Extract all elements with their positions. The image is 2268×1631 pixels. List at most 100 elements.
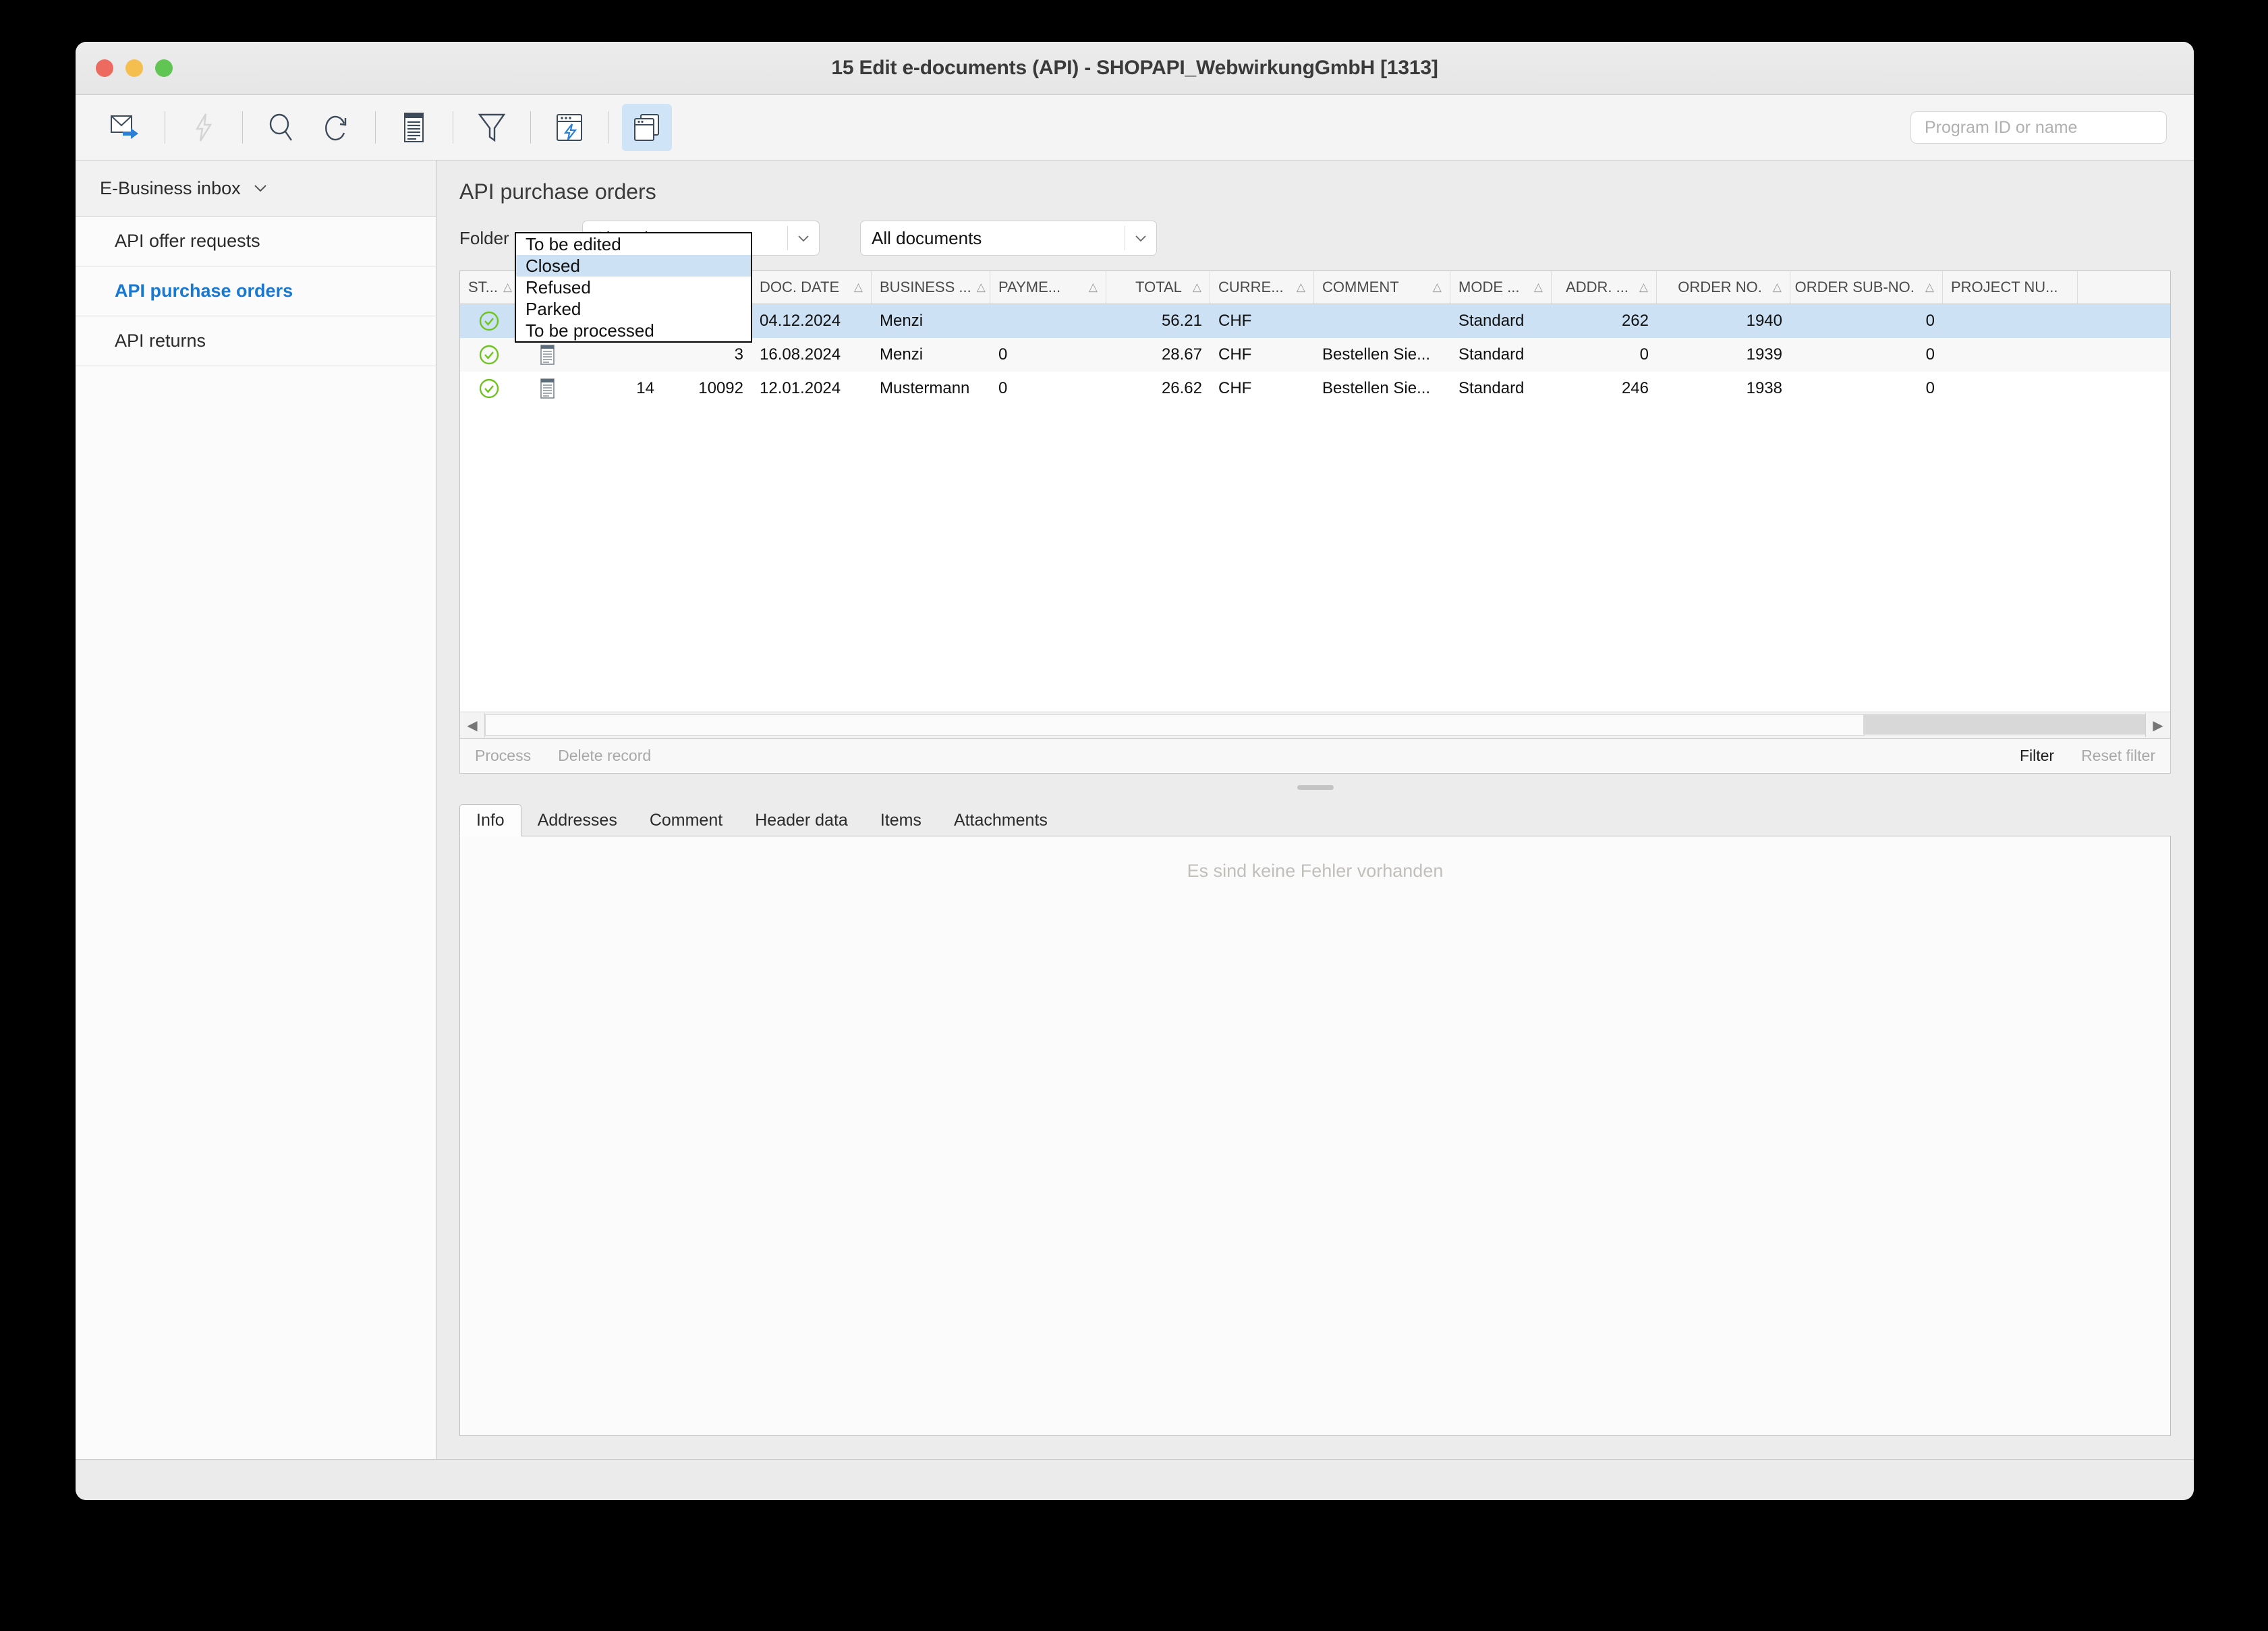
- documents-select[interactable]: All documents: [860, 221, 1157, 256]
- horizontal-scrollbar[interactable]: ◀ ▶: [460, 712, 2170, 738]
- scroll-right-icon[interactable]: ▶: [2145, 713, 2170, 737]
- scrollbar-thumb[interactable]: [485, 714, 1865, 736]
- scrollbar-remainder: [1863, 714, 2145, 735]
- column-header-payment[interactable]: PAYME... △: [990, 271, 1106, 304]
- column-label: MODE ...: [1458, 279, 1520, 295]
- column-header-addr[interactable]: ADDR. ... △: [1552, 271, 1657, 304]
- tab-label: Comment: [649, 810, 723, 830]
- search-input[interactable]: [1923, 117, 2154, 138]
- windows-stack-icon[interactable]: [622, 104, 672, 151]
- chevron-down-icon: [253, 183, 268, 193]
- sidebar: E-Business inbox API offer requests API …: [76, 161, 436, 1459]
- sort-ascending-icon: △: [1925, 281, 1934, 293]
- cell-currency: CHF: [1218, 345, 1252, 364]
- cell-comment: Bestellen Sie...: [1322, 345, 1431, 364]
- cell-mode: Standard: [1458, 379, 1525, 397]
- column-label: CURRE...: [1218, 279, 1284, 295]
- cell-payment: 0: [998, 379, 1008, 397]
- maximize-button[interactable]: [155, 59, 173, 77]
- list-icon[interactable]: [389, 104, 439, 151]
- sidebar-header[interactable]: E-Business inbox: [76, 161, 436, 217]
- reset-filter-button[interactable]: Reset filter: [2081, 747, 2155, 765]
- detail-tabs: Info Addresses Comment Header data Items: [459, 801, 2171, 836]
- column-header-order-sub-no[interactable]: ORDER SUB-NO. △: [1790, 271, 1943, 304]
- tab-label: Attachments: [953, 810, 1048, 830]
- dropdown-option-to-be-edited[interactable]: To be edited: [516, 233, 751, 255]
- sidebar-item-label: API returns: [115, 331, 206, 351]
- cell-business: Mustermann: [880, 379, 970, 397]
- program-search-box[interactable]: [1910, 111, 2167, 144]
- dropdown-option-to-be-processed[interactable]: To be processed: [516, 320, 751, 341]
- chevron-down-icon[interactable]: [788, 234, 819, 242]
- chevron-down-icon[interactable]: [1125, 234, 1156, 242]
- window-lightning-glyph: [554, 113, 585, 142]
- scrollbar-track[interactable]: [485, 712, 2145, 738]
- toolbar-separator-3: [375, 111, 376, 144]
- column-header-mode[interactable]: MODE ... △: [1450, 271, 1552, 304]
- toolbar-separator-2: [242, 111, 243, 144]
- window-body: E-Business inbox API offer requests API …: [76, 161, 2194, 1459]
- cell-doc-date: 04.12.2024: [760, 312, 841, 330]
- scroll-left-icon[interactable]: ◀: [460, 713, 485, 737]
- column-label: TOTAL: [1135, 279, 1182, 295]
- dropdown-option-parked[interactable]: Parked: [516, 298, 751, 320]
- column-header-status[interactable]: ST... △: [460, 271, 518, 304]
- column-header-total[interactable]: TOTAL △: [1106, 271, 1210, 304]
- tab-comment[interactable]: Comment: [633, 805, 739, 836]
- process-button[interactable]: Process: [475, 747, 531, 765]
- column-header-currency[interactable]: CURRE... △: [1210, 271, 1314, 304]
- toolbar: [76, 95, 2194, 161]
- splitter-grip[interactable]: [1297, 784, 1334, 790]
- lightning-icon[interactable]: [179, 104, 229, 151]
- window-lightning-icon[interactable]: [544, 104, 594, 151]
- mail-forward-icon[interactable]: [101, 104, 151, 151]
- column-label: COMMENT: [1322, 279, 1399, 295]
- tab-info[interactable]: Info: [459, 804, 521, 836]
- dropdown-option-refused[interactable]: Refused: [516, 277, 751, 298]
- column-header-order-no[interactable]: ORDER NO. △: [1657, 271, 1790, 304]
- mail-forward-glyph: [111, 114, 142, 141]
- search-icon[interactable]: [256, 104, 306, 151]
- toolbar-separator-5: [530, 111, 531, 144]
- sort-ascending-icon: △: [1772, 281, 1782, 293]
- sidebar-item-api-purchase-orders[interactable]: API purchase orders: [76, 266, 436, 316]
- table-row[interactable]: 3 16.08.2024 Menzi 0 28.67 CHF Bestellen…: [460, 338, 2170, 372]
- close-button[interactable]: [96, 59, 113, 77]
- delete-record-button[interactable]: Delete record: [558, 747, 651, 765]
- filter-funnel-icon[interactable]: [467, 104, 517, 151]
- tab-label: Items: [880, 810, 922, 830]
- filter-button[interactable]: Filter: [2020, 747, 2054, 765]
- column-header-project-no[interactable]: PROJECT NU...: [1943, 271, 2078, 304]
- document-icon: [539, 344, 557, 366]
- column-header-business[interactable]: BUSINESS ... △: [872, 271, 990, 304]
- tab-attachments[interactable]: Attachments: [938, 805, 1064, 836]
- cell-doc-date: 16.08.2024: [760, 345, 841, 364]
- refresh-icon[interactable]: [312, 104, 362, 151]
- tab-label: Info: [476, 810, 505, 830]
- status-ok-icon: [478, 344, 500, 366]
- sort-ascending-icon: △: [1296, 281, 1305, 293]
- detail-panel: Info Addresses Comment Header data Items: [459, 801, 2171, 1436]
- panel-splitter[interactable]: [436, 774, 2194, 801]
- column-header-comment[interactable]: COMMENT △: [1314, 271, 1450, 304]
- table-row[interactable]: 14 10092 12.01.2024 Mustermann 0 26.62 C…: [460, 372, 2170, 405]
- sidebar-item-api-returns[interactable]: API returns: [76, 316, 436, 366]
- cell-business: Menzi: [880, 345, 924, 364]
- cell-col4: 3: [734, 345, 743, 364]
- dropdown-option-closed[interactable]: Closed: [516, 255, 751, 277]
- tab-items[interactable]: Items: [864, 805, 938, 836]
- empty-state-message: Es sind keine Fehler vorhanden: [1187, 861, 1444, 881]
- sidebar-item-label: API purchase orders: [115, 281, 293, 301]
- minimize-button[interactable]: [125, 59, 143, 77]
- sort-ascending-icon: △: [1533, 281, 1543, 293]
- page-title: API purchase orders: [459, 179, 656, 204]
- column-header-doc-date[interactable]: DOC. DATE △: [752, 271, 872, 304]
- cell-order-sub-no: 0: [1925, 379, 1935, 397]
- tab-addresses[interactable]: Addresses: [521, 805, 633, 836]
- sidebar-item-label: API offer requests: [115, 231, 260, 251]
- sidebar-item-api-offer-requests[interactable]: API offer requests: [76, 217, 436, 266]
- cell-currency: CHF: [1218, 312, 1252, 330]
- folder-dropdown-list[interactable]: To be edited Closed Refused Parked To be…: [515, 232, 752, 343]
- cell-business: Menzi: [880, 312, 924, 330]
- tab-header-data[interactable]: Header data: [739, 805, 864, 836]
